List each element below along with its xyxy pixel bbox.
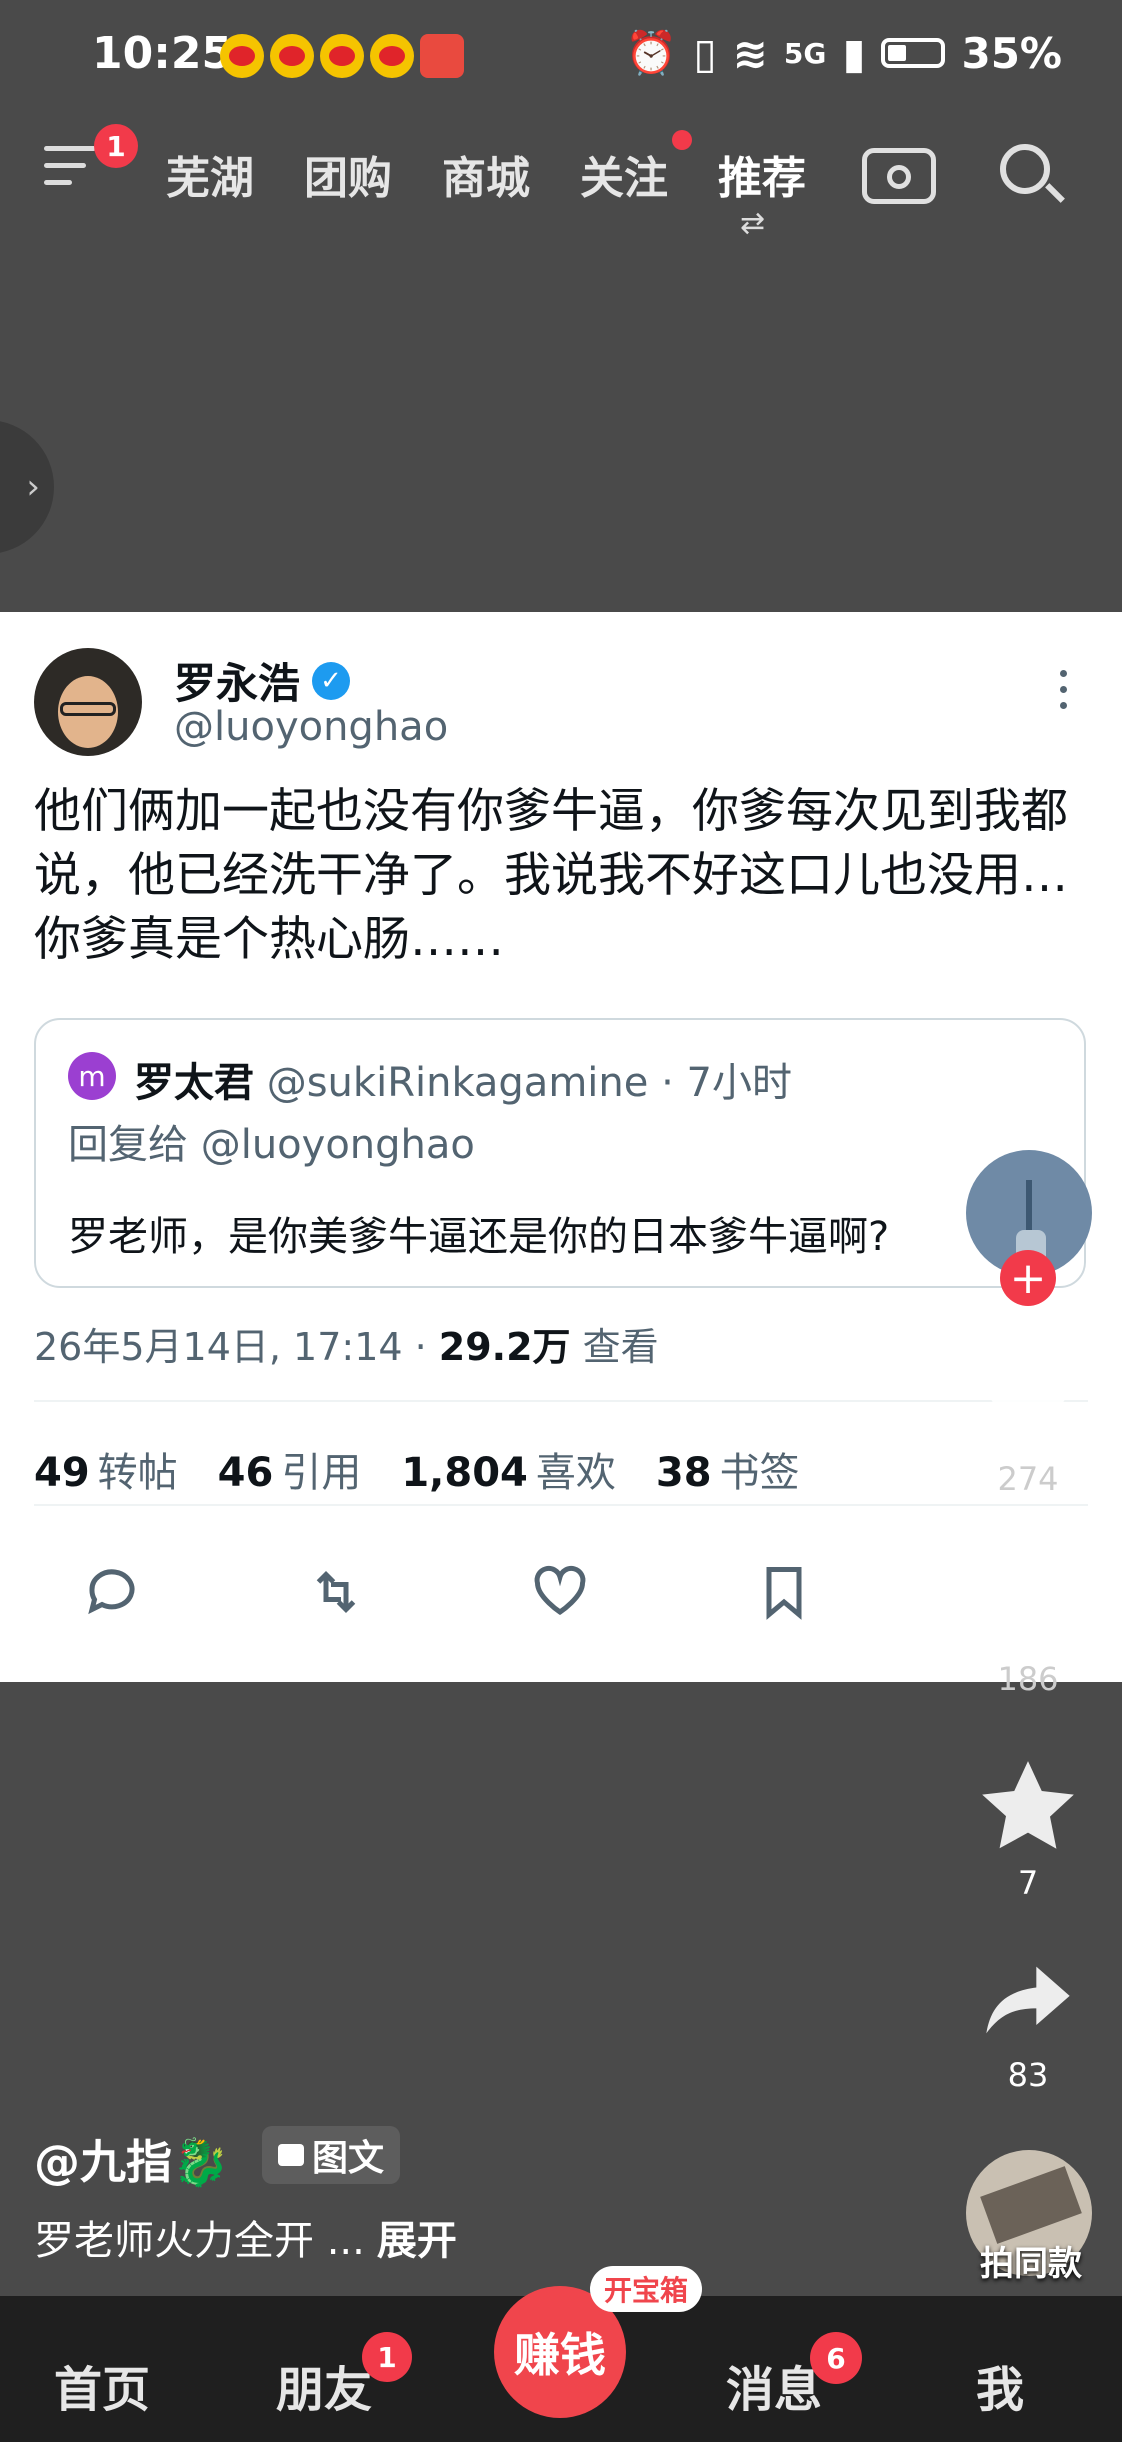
quoted-handle-time: @sukiRinkagamine · 7小时 (266, 1060, 792, 1106)
tab-following[interactable]: 关注 (580, 142, 668, 206)
tab-recommend[interactable]: 推荐 (718, 142, 806, 206)
stat-bookmarks: 38 书签 (656, 1440, 800, 1498)
stat-likes: 1,804 喜欢 (401, 1440, 616, 1498)
tweet-text: 他们俩加一起也没有你爹牛逼，你爹每次见到我都说，他已经洗干净了。我说我不好这口儿… (34, 784, 1068, 967)
quoted-text: 罗老师，是你美爹牛逼还是你的日本爹牛逼啊? (68, 1214, 890, 1260)
weibo-notification-icon (320, 34, 364, 78)
treasure-box-tag[interactable]: 开宝箱 (590, 2266, 703, 2312)
follow-plus-button[interactable]: + (1000, 1250, 1056, 1306)
post-type-tag: 图文 (262, 2126, 401, 2184)
tab-group-buy[interactable]: 团购 (304, 142, 392, 206)
timestamp-text: 26年5月14日, 17:14 · (34, 1325, 439, 1369)
battery-percent: 35% (961, 28, 1062, 78)
signal-label: 5G (783, 36, 827, 70)
tweet-author-handle: @luoyonghao (174, 704, 449, 750)
share-count: 83 (1007, 2056, 1049, 2094)
following-dot (672, 130, 692, 150)
divider (34, 1504, 1088, 1506)
favorite-count: 7 (1017, 1864, 1039, 1902)
search-icon[interactable] (1000, 144, 1065, 203)
tab-wuhu[interactable]: 芜湖 (166, 142, 254, 206)
cell-signal-icon: ▮ (842, 28, 866, 78)
status-time: 10:25 (92, 28, 233, 79)
more-options-icon (1060, 670, 1070, 718)
expand-button[interactable]: 展开 (377, 2218, 457, 2264)
same-style-label[interactable]: 拍同款 (966, 2236, 1096, 2285)
views-count: 29.2万 (438, 1325, 571, 1369)
stat-count: 46 (217, 1450, 274, 1496)
side-drawer-handle[interactable]: › (0, 420, 54, 554)
menu-badge: 1 (94, 124, 138, 168)
stat-count: 49 (34, 1450, 90, 1496)
camera-icon[interactable] (862, 148, 936, 204)
post-caption: 罗老师火力全开 ... 展开 (34, 2208, 457, 2266)
stat-count: 38 (655, 1450, 712, 1496)
stat-label: 喜欢 (535, 1450, 616, 1496)
tweet-stats: 49 转帖 46 引用 1,804 喜欢 38 书签 (34, 1440, 800, 1498)
stat-label: 书签 (719, 1450, 800, 1496)
nav-messages[interactable]: 消息 (726, 2350, 822, 2420)
weibo-notification-icon (270, 34, 314, 78)
nav-me[interactable]: 我 (976, 2350, 1024, 2420)
wifi-icon: ≋ (732, 28, 768, 78)
quoted-reply-to: 回复给 @luoyonghao (68, 1122, 475, 1168)
friends-badge: 1 (362, 2332, 412, 2382)
like-count: 274 (997, 1460, 1059, 1498)
messages-badge: 6 (810, 2332, 862, 2384)
author-avatar (34, 648, 142, 756)
quoted-avatar: m (68, 1052, 116, 1100)
comment-icon[interactable] (972, 1550, 1084, 1650)
image-text-icon (278, 2144, 304, 2166)
weibo-notification-icon (220, 34, 264, 78)
tweet-timestamp: 26年5月14日, 17:14 · 29.2万 查看 (34, 1316, 659, 1371)
stat-quotes: 46 引用 (218, 1440, 362, 1498)
retweet-icon (316, 1570, 356, 1614)
nav-home[interactable]: 首页 (54, 2350, 150, 2420)
quoted-name: 罗太君 (134, 1060, 254, 1106)
status-indicators: ⏰ ▯ ≋ 5G ▮ 35% (625, 28, 1062, 78)
quoted-author: 罗太君 @sukiRinkagamine · 7小时 (134, 1050, 792, 1108)
views-label: 查看 (570, 1325, 659, 1369)
tab-mall[interactable]: 商城 (442, 142, 530, 206)
weibo-notification-icon (370, 34, 414, 78)
chevron-right-icon: › (26, 467, 40, 507)
tag-label: 图文 (312, 2138, 385, 2179)
switch-arrows-icon: ⇄ (740, 206, 766, 241)
comment-count: 186 (997, 1660, 1059, 1698)
caption-text: 罗老师火力全开 ... (34, 2218, 365, 2264)
stat-label: 引用 (281, 1450, 362, 1496)
tweet-author-name: 罗永浩 ✓ (174, 650, 351, 711)
post-author[interactable]: @九指🐉 (34, 2126, 229, 2192)
alarm-icon: ⏰ (625, 28, 678, 77)
vibrate-icon: ▯ (693, 28, 717, 78)
heart-icon[interactable] (972, 1350, 1084, 1450)
like-icon (534, 1565, 586, 1616)
star-icon[interactable] (972, 1752, 1084, 1862)
reply-icon (88, 1569, 135, 1615)
nav-friends[interactable]: 朋友 (276, 2350, 372, 2420)
share-icon[interactable] (972, 1950, 1084, 2050)
app-notification-icon (420, 34, 464, 78)
stat-label: 转帖 (97, 1450, 178, 1496)
stat-count: 1,804 (401, 1450, 528, 1496)
author-name-text: 罗永浩 (174, 659, 301, 708)
verified-badge-icon: ✓ (312, 661, 351, 700)
bookmark-icon (766, 1567, 802, 1620)
stat-reposts: 49 转帖 (34, 1440, 178, 1498)
battery-icon (881, 38, 946, 68)
divider (34, 1400, 1088, 1402)
